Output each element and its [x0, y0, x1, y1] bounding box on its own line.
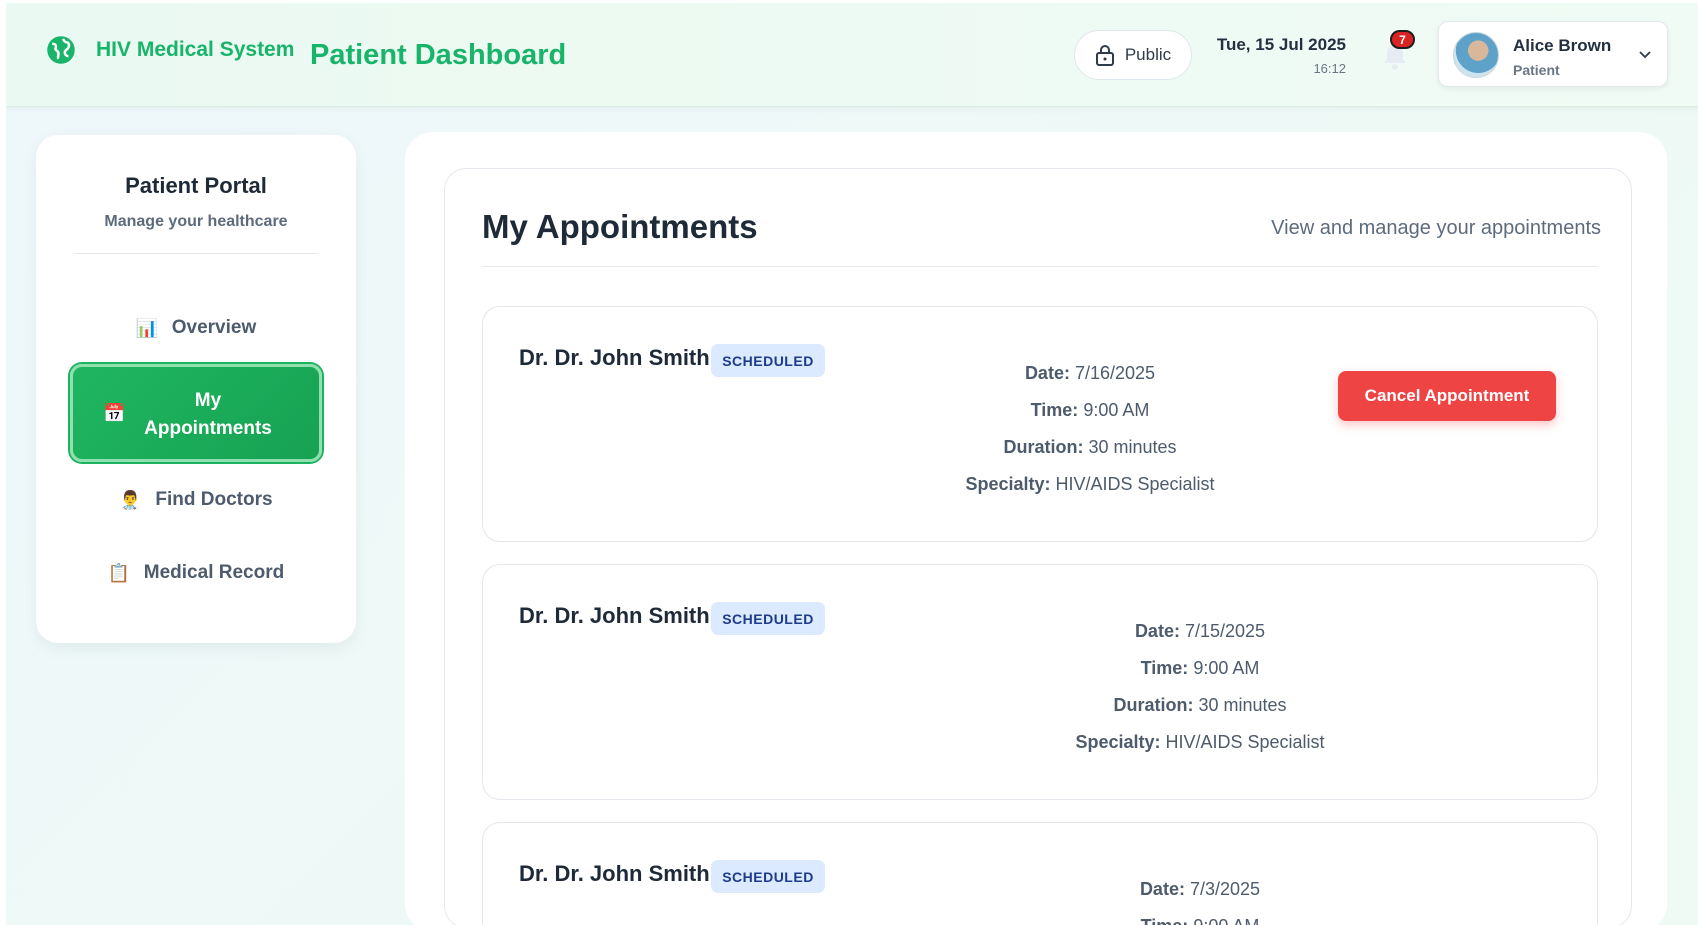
section-title: My Appointments: [482, 208, 758, 245]
sidebar: Patient Portal Manage your healthcare 📊 …: [36, 135, 356, 643]
detail-duration: Duration: 30 minutes: [1003, 437, 1177, 457]
visibility-toggle[interactable]: Public: [1074, 30, 1192, 80]
clipboard-icon: 📋: [107, 562, 131, 583]
status-badge: SCHEDULED: [711, 602, 825, 635]
section-subtitle: View and manage your appointments: [1271, 217, 1601, 239]
cancel-appointment-button[interactable]: Cancel Appointment: [1338, 371, 1556, 421]
detail-specialty: Specialty: HIV/AIDS Specialist: [1075, 732, 1325, 752]
brand[interactable]: HIV Medical System: [46, 35, 294, 65]
divider: [74, 253, 318, 254]
lock-icon: [1095, 45, 1114, 66]
doctor-icon: 👨‍⚕️: [119, 489, 142, 510]
chart-icon: 📊: [135, 317, 159, 338]
appointment-details: Date: 7/3/2025 Time: 9:00 AM: [1025, 871, 1375, 925]
sidebar-title: Patient Portal: [125, 173, 267, 198]
detail-duration: Duration: 30 minutes: [1113, 695, 1287, 715]
status-badge: SCHEDULED: [711, 860, 825, 893]
detail-date: Date: 7/16/2025: [1024, 363, 1156, 383]
user-name: Alice Brown: [1513, 36, 1612, 55]
current-date: Tue, 15 Jul 2025: [1216, 35, 1346, 54]
avatar: [1453, 32, 1499, 78]
detail-date: Date: 7/15/2025: [1134, 621, 1266, 641]
appointments-card: [444, 168, 1632, 925]
page-title: Patient Dashboard: [310, 39, 567, 71]
appointment-details: Date: 7/16/2025 Time: 9:00 AM Duration: …: [915, 355, 1265, 503]
user-role: Patient: [1513, 62, 1560, 78]
appointment-card: Dr. Dr. John Smith SCHEDULED Date: 7/3/2…: [482, 822, 1598, 925]
notification-badge: 7: [1390, 30, 1415, 49]
sidebar-item-label: Find Doctors: [155, 489, 273, 510]
doctor-name: Dr. Dr. John Smith: [519, 861, 710, 886]
sidebar-item-label: Medical Record: [143, 562, 285, 583]
sidebar-item-my-appointments[interactable]: 📅 My Appointments: [70, 364, 322, 462]
visibility-label: Public: [1124, 45, 1172, 64]
globe-icon: [47, 36, 75, 64]
sidebar-item-medical-record[interactable]: 📋 Medical Record: [36, 553, 356, 593]
sidebar-item-label: My Appointments: [144, 390, 272, 439]
sidebar-subtitle: Manage your healthcare: [104, 213, 288, 230]
current-time: 16:12: [1313, 61, 1346, 76]
detail-time: Time: 9:00 AM: [1140, 658, 1260, 678]
chevron-down-icon: [1639, 51, 1651, 59]
detail-specialty: Specialty: HIV/AIDS Specialist: [965, 474, 1215, 494]
sidebar-item-label: Overview: [171, 317, 257, 338]
brand-name: HIV Medical System: [96, 38, 295, 61]
sidebar-item-find-doctors[interactable]: 👨‍⚕️ Find Doctors: [36, 480, 356, 520]
doctor-name: Dr. Dr. John Smith: [519, 603, 710, 628]
top-header: HIV Medical System Patient Dashboard Pub…: [6, 3, 1698, 107]
appointment-card: Dr. Dr. John Smith SCHEDULED Date: 7/15/…: [482, 564, 1598, 800]
divider: [482, 266, 1598, 267]
datetime: Tue, 15 Jul 2025 16:12: [1196, 35, 1346, 76]
status-badge: SCHEDULED: [711, 344, 825, 377]
appointment-card: Dr. Dr. John Smith SCHEDULED Date: 7/16/…: [482, 306, 1598, 542]
detail-time: Time: 9:00 AM: [1030, 400, 1150, 420]
doctor-name: Dr. Dr. John Smith: [519, 345, 710, 370]
appointment-details: Date: 7/15/2025 Time: 9:00 AM Duration: …: [1025, 613, 1375, 761]
sidebar-item-overview[interactable]: 📊 Overview: [36, 308, 356, 348]
calendar-icon: 📅: [103, 403, 126, 423]
detail-time: Time: 9:00 AM: [1025, 908, 1375, 925]
detail-date: Date: 7/3/2025: [1139, 879, 1261, 899]
user-menu[interactable]: Alice Brown Patient: [1438, 21, 1668, 87]
